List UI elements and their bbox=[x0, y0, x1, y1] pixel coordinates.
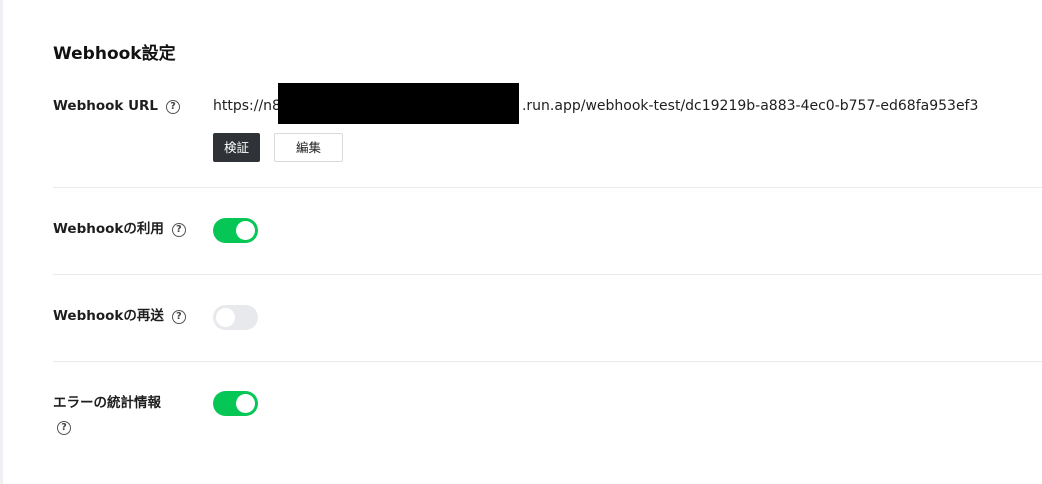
webhook-resend-toggle[interactable] bbox=[213, 305, 258, 330]
help-icon[interactable]: ? bbox=[171, 223, 186, 237]
error-stats-row: エラーの統計情報 ? bbox=[53, 362, 1042, 484]
webhook-usage-label: Webhookの利用 bbox=[53, 221, 164, 237]
webhook-url-label-group: Webhook URL? bbox=[53, 96, 181, 116]
toggle-knob bbox=[236, 221, 255, 240]
webhook-url-label: Webhook URL bbox=[53, 98, 159, 114]
webhook-url-prefix: https://n8 bbox=[213, 98, 281, 114]
webhook-resend-label: Webhookの再送 bbox=[53, 308, 164, 324]
webhook-settings-section: Webhook設定 Webhook URL? https://n8 .run.ap… bbox=[53, 0, 1042, 484]
verify-button[interactable]: 検証 bbox=[213, 133, 260, 162]
webhook-resend-row: Webhookの再送? bbox=[53, 275, 1042, 362]
webhook-usage-label-group: Webhookの利用? bbox=[53, 219, 186, 239]
webhook-resend-label-group: Webhookの再送? bbox=[53, 306, 186, 326]
webhook-url-suffix: .run.app/webhook-test/dc19219b-a883-4ec0… bbox=[521, 98, 979, 114]
webhook-usage-row: Webhookの利用? bbox=[53, 188, 1042, 275]
error-stats-label: エラーの統計情報 bbox=[53, 395, 161, 411]
redaction-block bbox=[278, 83, 519, 124]
error-stats-toggle[interactable] bbox=[213, 391, 258, 416]
edit-button[interactable]: 編集 bbox=[274, 133, 343, 162]
webhook-usage-toggle[interactable] bbox=[213, 218, 258, 243]
toggle-knob bbox=[216, 308, 235, 327]
webhook-url-row: Webhook URL? https://n8 .run.app/webhook-… bbox=[53, 83, 1042, 188]
help-icon[interactable]: ? bbox=[166, 100, 181, 114]
help-icon[interactable]: ? bbox=[57, 421, 71, 435]
help-icon[interactable]: ? bbox=[171, 310, 186, 324]
left-border bbox=[0, 0, 3, 484]
toggle-knob bbox=[236, 394, 255, 413]
section-title: Webhook設定 bbox=[53, 44, 176, 64]
